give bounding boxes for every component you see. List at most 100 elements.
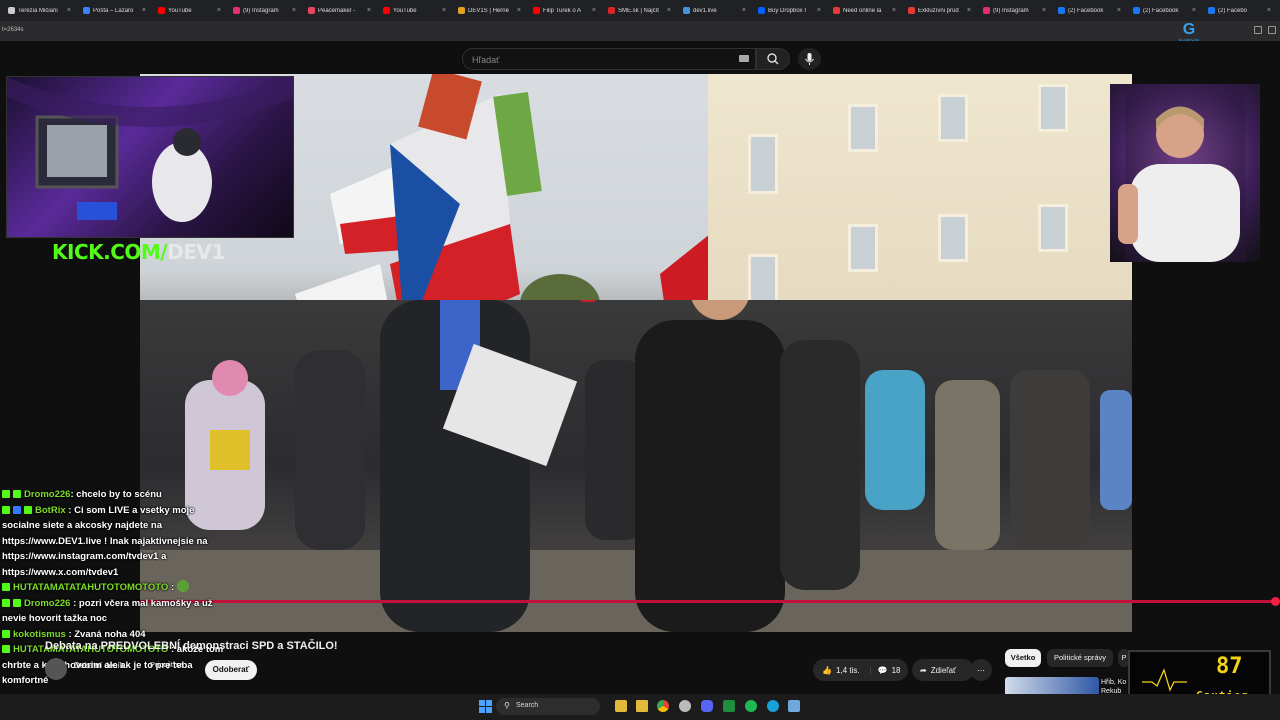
close-icon[interactable]: × [1192, 7, 1196, 14]
browser-tab[interactable]: (2) Facebook × [1125, 0, 1200, 21]
close-icon[interactable]: × [517, 7, 521, 14]
favicon-icon [758, 7, 765, 14]
browser-tab[interactable]: Peacemaker - × [300, 0, 375, 21]
channel-name[interactable]: Debatní deník [74, 661, 124, 670]
browser-tab[interactable]: (9) Instagram × [975, 0, 1050, 21]
close-icon[interactable]: × [742, 7, 746, 14]
windows-start-icon[interactable] [479, 700, 492, 713]
discord-icon[interactable] [701, 700, 713, 712]
close-icon[interactable]: × [892, 7, 896, 14]
close-icon[interactable]: × [817, 7, 821, 14]
browser-tab-label: (2) Facebook [1143, 7, 1179, 14]
cast-icon[interactable] [1254, 26, 1262, 34]
like-dislike-group: 👍 1,4 tis. | 💬 18 [813, 659, 908, 681]
browser-tab[interactable]: YouTube × [150, 0, 225, 21]
join-button[interactable]: Pripojiť sa [150, 660, 184, 669]
chat-message: Dromo226 : pozri včera mal kamošky a už … [2, 597, 213, 624]
browser-tab[interactable]: Filip Turek o A × [525, 0, 600, 21]
crowd-scene [140, 260, 1132, 632]
browser-tab[interactable]: Pošta – Lazaro × [75, 0, 150, 21]
close-icon[interactable]: × [442, 7, 446, 14]
browser-tab[interactable]: Buy Dropbox I × [750, 0, 825, 21]
browser-tab[interactable]: (9) Instagram × [225, 0, 300, 21]
browser-tab-label: YouTube [393, 7, 417, 14]
close-icon[interactable]: × [1042, 7, 1046, 14]
browser-tab[interactable]: DEV1S | Herné × [450, 0, 525, 21]
browser-tab[interactable]: dev1.live × [675, 0, 750, 21]
browser-tab-label: (2) Facebook [1068, 7, 1104, 14]
app-icon[interactable] [788, 700, 800, 712]
favicon-icon [1133, 7, 1140, 14]
caution-value: 87 [1216, 654, 1243, 679]
browser-tab[interactable]: Exkluzívni prúd × [900, 0, 975, 21]
more-actions-button[interactable]: ⋯ [970, 659, 992, 681]
favicon-icon [8, 7, 15, 14]
browser-tab[interactable]: YouTube × [375, 0, 450, 21]
favicon-icon [908, 7, 915, 14]
voice-search-button[interactable] [798, 48, 821, 70]
close-icon[interactable]: × [967, 7, 971, 14]
crowd-figures [140, 260, 1132, 632]
search-button[interactable] [756, 48, 790, 70]
browser-tab[interactable]: Terézia Mičiani × [0, 0, 75, 21]
taskbar-search-box[interactable]: ⚲ Search [496, 698, 600, 715]
close-icon[interactable]: × [1117, 7, 1121, 14]
close-icon[interactable]: × [592, 7, 596, 14]
streamer-webcam-face [1110, 84, 1260, 262]
search-input[interactable]: Hľadať [462, 48, 756, 70]
favicon-icon [833, 7, 840, 14]
window-icon[interactable] [1268, 26, 1276, 34]
file-explorer-icon[interactable] [615, 700, 627, 712]
close-icon[interactable]: × [367, 7, 371, 14]
browser-tab-label: Terézia Mičiani [18, 7, 58, 14]
thumbs-up-icon[interactable]: 👍 [822, 666, 832, 675]
browser-tab-label: (2) Facebo [1218, 7, 1248, 14]
video-progress-bar[interactable] [140, 600, 1278, 603]
close-icon[interactable]: × [142, 7, 146, 14]
search-icon [767, 53, 779, 65]
browser-tab-label: DEV1S | Herné [468, 7, 509, 14]
more-icon: ⋯ [977, 665, 985, 675]
close-icon[interactable]: × [1267, 7, 1271, 14]
browser-tab-label: Peacemaker - [318, 7, 356, 14]
share-button[interactable]: ➦ Zdieľať [912, 659, 974, 681]
chip-political-news[interactable]: Politické správy [1047, 649, 1113, 667]
sheets-icon[interactable] [723, 700, 735, 712]
browser-tab-label: SME.sk | Najčít [618, 7, 659, 14]
browser-tab[interactable]: (2) Facebo × [1200, 0, 1275, 21]
comment-count[interactable]: 18 [892, 666, 901, 675]
browser-tab-label: Filip Turek o A [543, 7, 582, 14]
browser-tab[interactable]: (2) Facebook × [1050, 0, 1125, 21]
browser-tab[interactable]: SME.sk | Najčít × [600, 0, 675, 21]
keyboard-icon[interactable] [739, 55, 749, 62]
share-icon: ➦ [920, 665, 927, 675]
browser-address-bar[interactable]: t=2634s [0, 21, 1280, 41]
close-icon[interactable]: × [292, 7, 296, 14]
chrome-icon[interactable] [657, 700, 669, 712]
close-icon[interactable]: × [217, 7, 221, 14]
microphone-icon [805, 53, 814, 65]
stream-chat: Dromo226: chcelo by to scénu BotRix : Ci… [2, 487, 232, 689]
close-icon[interactable]: × [67, 7, 71, 14]
spotify-icon[interactable] [745, 700, 757, 712]
subscribe-button[interactable]: Odoberať [205, 660, 257, 680]
favicon-icon [533, 7, 540, 14]
webcam-person [1118, 84, 1245, 262]
folder-icon[interactable] [636, 700, 648, 712]
favicon-icon [83, 7, 90, 14]
browser-icon[interactable] [767, 700, 779, 712]
close-icon[interactable]: × [667, 7, 671, 14]
favicon-icon [158, 7, 165, 14]
like-count[interactable]: 1,4 tis. [836, 666, 860, 675]
channel-avatar[interactable] [45, 658, 67, 680]
favicon-icon [683, 7, 690, 14]
emote-icon [176, 580, 189, 592]
comment-icon[interactable]: 💬 [878, 666, 888, 675]
steam-icon[interactable] [679, 700, 691, 712]
favicon-icon [233, 7, 240, 14]
url-fragment: t=2634s [2, 27, 24, 33]
chip-all[interactable]: Všetko [1005, 649, 1041, 667]
webcam-scene [7, 77, 293, 222]
browser-tab[interactable]: Need online la × [825, 0, 900, 21]
progress-scrubber[interactable] [1271, 597, 1280, 606]
